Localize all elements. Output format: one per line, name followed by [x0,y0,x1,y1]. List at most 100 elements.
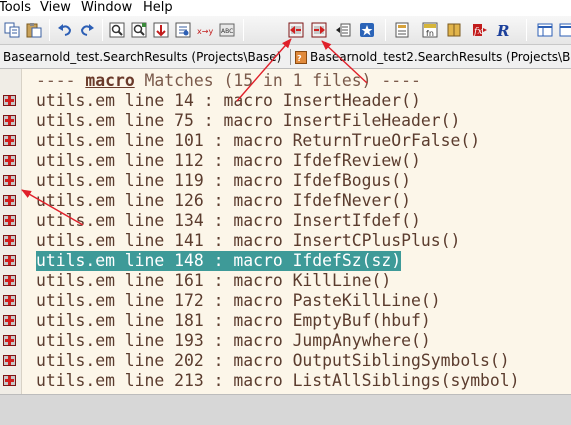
bookmark-star-button[interactable] [357,20,377,40]
svg-text:R: R [496,22,509,38]
paste-icon [26,23,42,38]
symbol-button[interactable]: fn [420,20,440,40]
menu-help[interactable]: Help [143,0,173,16]
book-icon [447,23,461,37]
undo-icon [58,24,72,36]
match-marker-icon[interactable] [3,375,16,386]
star-icon [360,23,374,37]
search-results-editor[interactable]: ---- macro Matches (15 in 1 files) ---- … [0,69,571,394]
match-marker-icon[interactable] [3,175,16,186]
result-line[interactable]: utils.em line 119 : macro IfdefBogus() [36,171,411,191]
search-results-file-icon: ? [295,51,307,64]
r-icon: R [496,22,509,38]
menu-window[interactable]: Window [81,0,132,16]
browse-icon [395,22,409,38]
paste-button[interactable] [24,20,44,40]
window-split-button[interactable] [557,20,571,40]
prev-match-icon [288,22,304,38]
result-line-selected[interactable]: utils.em line 148 : macro IfdefSz(sz) [36,251,402,271]
replace-button[interactable]: x→y [195,20,215,40]
next-match-button[interactable] [309,20,329,40]
browse-button[interactable] [392,20,412,40]
next-match-icon [311,22,327,38]
undo-button[interactable] [55,20,75,40]
result-line[interactable]: utils.em line 75 : macro InsertFileHeade… [36,111,460,131]
match-marker-icon[interactable] [3,155,16,166]
match-marker-icon[interactable] [3,255,16,266]
replace-files-icon: ABC [219,23,235,37]
toolbar-separator [102,19,103,41]
redo-icon [80,24,94,36]
match-gutter [0,69,22,394]
result-line[interactable]: utils.em line 193 : macro JumpAnywhere() [36,331,431,351]
r-button[interactable]: R [494,20,514,40]
find-next-icon [153,22,169,38]
function-button[interactable]: fx [470,20,490,40]
svg-text:x→y: x→y [197,27,213,36]
copy-icon [4,22,20,38]
replace-files-button[interactable]: ABC [217,20,237,40]
result-line[interactable]: utils.em line 112 : macro IfdefReview() [36,151,421,171]
tab-separator [290,49,291,65]
tab-bar: Basearnold_test.SearchResults (Projects\… [0,45,571,69]
match-marker-icon[interactable] [3,215,16,226]
match-marker-icon[interactable] [3,235,16,246]
toolbar-separator [49,19,50,41]
match-marker-icon[interactable] [3,315,16,326]
match-marker-icon[interactable] [3,95,16,106]
header-prefix: ---- [36,71,86,90]
find-icon [109,22,125,38]
find-next-button[interactable] [151,20,171,40]
search-results-button[interactable] [173,20,193,40]
jump-list-button[interactable] [333,20,353,40]
book-button[interactable] [444,20,464,40]
menu-tools[interactable]: Tools [0,0,31,16]
function-icon: fx [473,24,487,37]
bottom-panel [0,394,571,425]
search-results-icon [175,22,191,38]
jump-list-icon [336,23,351,37]
result-line[interactable]: utils.em line 181 : macro EmptyBuf(hbuf) [36,311,431,331]
find-files-icon [131,22,147,38]
window-layout-icon [537,23,553,37]
result-line[interactable]: utils.em line 202 : macro OutputSiblingS… [36,351,510,371]
symbol-icon: fn [422,22,438,38]
result-line[interactable]: utils.em line 14 : macro InsertHeader() [36,91,421,111]
result-line[interactable]: utils.em line 101 : macro ReturnTrueOrFa… [36,131,480,151]
copy-button[interactable] [2,20,22,40]
svg-text:fn: fn [426,29,434,38]
window-layout-button[interactable] [535,20,555,40]
replace-icon: x→y [197,27,213,36]
svg-text:fx: fx [473,27,482,37]
toolbar: x→y ABC fn fx R [0,16,571,45]
toolbar-separator [385,19,386,41]
result-line[interactable]: utils.em line 161 : macro KillLine() [36,271,391,291]
menu-bar: Tools View Window Help [0,0,571,16]
header-suffix: Matches (15 in 1 files) ---- [134,71,421,90]
match-marker-icon[interactable] [3,335,16,346]
redo-button[interactable] [77,20,97,40]
prev-match-button[interactable] [286,20,306,40]
tab-search-results-1[interactable]: Basearnold_test.SearchResults (Projects\… [3,47,283,68]
find-button[interactable] [107,20,127,40]
result-line[interactable]: utils.em line 126 : macro IfdefNever() [36,191,411,211]
result-line[interactable]: utils.em line 141 : macro InsertCPlusPlu… [36,231,460,251]
toolbar-separator [243,19,244,41]
window-split-icon [559,23,571,37]
match-marker-icon[interactable] [3,355,16,366]
find-files-button[interactable] [129,20,149,40]
match-marker-icon[interactable] [3,115,16,126]
match-marker-icon[interactable] [3,275,16,286]
result-line[interactable]: utils.em line 172 : macro PasteKillLine(… [36,291,441,311]
match-marker-icon[interactable] [3,135,16,146]
menu-view[interactable]: View [40,0,71,16]
result-line[interactable]: utils.em line 134 : macro InsertIfdef() [36,211,421,231]
result-line[interactable]: utils.em line 213 : macro ListAllSibling… [36,371,520,391]
svg-text:ABC: ABC [221,28,233,35]
tab-search-results-2[interactable]: Basearnold_test2.SearchResults (Projects… [310,47,571,68]
header-keyword: macro [85,71,135,90]
match-marker-icon[interactable] [3,295,16,306]
match-marker-icon[interactable] [3,195,16,206]
results-header: ---- macro Matches (15 in 1 files) ---- [36,71,421,91]
toolbar-separator [526,19,527,41]
